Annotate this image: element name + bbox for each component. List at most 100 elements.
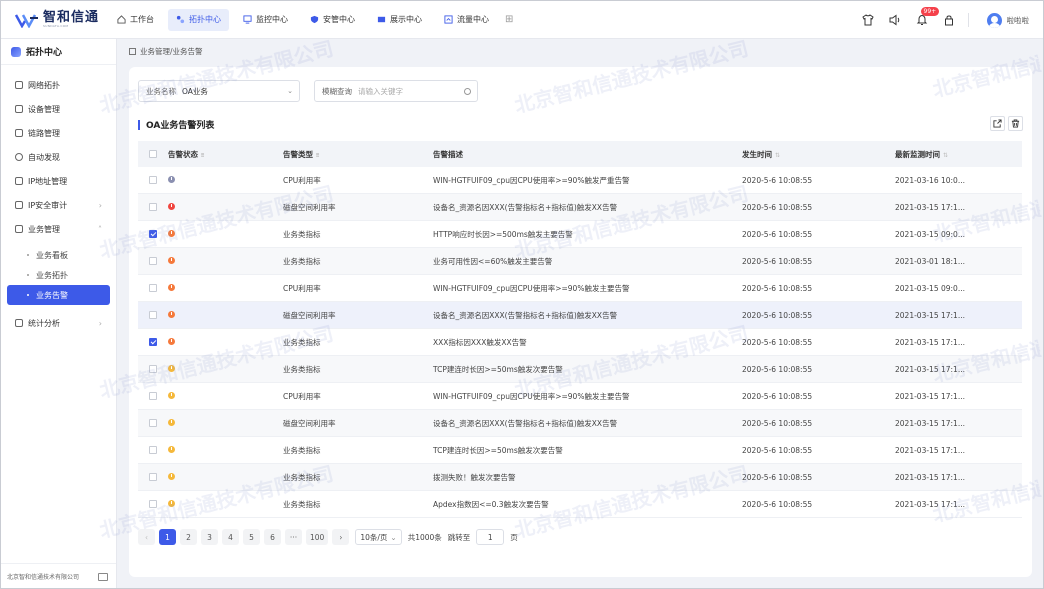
sidebar-item-network-topology[interactable]: 网络拓扑 xyxy=(1,73,116,97)
column-header-occur-time[interactable]: 发生时间 ⇅ xyxy=(742,149,895,160)
row-checkbox[interactable] xyxy=(149,284,157,292)
latest-time: 2021-03-15 17:1... xyxy=(895,418,965,428)
jump-page-input[interactable]: 1 xyxy=(476,529,505,545)
row-checkbox[interactable] xyxy=(149,311,157,319)
row-checkbox[interactable] xyxy=(149,203,157,211)
column-header-label: 告警描述 xyxy=(433,149,463,159)
sidebar-item-link-management[interactable]: 链路管理 xyxy=(1,121,116,145)
business-select[interactable]: 业务名称 OA业务 ⌄ xyxy=(138,80,300,102)
sidebar-item-label: IP地址管理 xyxy=(28,176,68,186)
table-row[interactable]: CPU利用率 WIN-HGTFUIF09_cpu因CPU使用率>=90%触发严重告… xyxy=(138,167,1022,194)
table-row[interactable]: 业务类指标 拨测失败！触发次要告警 2020-5-6 10:08:55 2021-03… xyxy=(138,464,1022,491)
table-row[interactable]: 业务类指标 TCP建连时长因>=50ms触发次要告警 2020-5-6 10:08:… xyxy=(138,356,1022,383)
page-ellipsis[interactable]: ··· xyxy=(285,529,302,545)
table-row[interactable]: 业务类指标 业务可用性因<=60%触发主要告警 2020-5-6 10:08:55 2… xyxy=(138,248,1022,275)
app-window: 智和信通 SUNDATA.COM 工作台 拓扑中心 监控中心 安管中心 展示中心… xyxy=(0,0,1044,589)
table-row[interactable]: 磁盘空间利用率 设备名_资源名因XXX(告警指标名+指标值)触发XX告警 2020-… xyxy=(138,194,1022,221)
lock-icon[interactable] xyxy=(942,13,956,27)
sort-icon[interactable]: ⇅ xyxy=(943,152,948,159)
alarm-severity-icon xyxy=(168,445,175,453)
column-header-type[interactable]: 告警类型 ⩩ xyxy=(283,149,433,160)
sidebar-item-statistics[interactable]: 统计分析 › xyxy=(1,311,116,335)
page-button[interactable]: 5 xyxy=(243,529,260,545)
next-page-button[interactable]: › xyxy=(332,529,350,545)
occur-time: 2020-5-6 10:08:55 xyxy=(742,364,813,374)
column-header-status[interactable]: 告警状态 ⩩ xyxy=(168,149,283,160)
row-checkbox[interactable] xyxy=(149,419,157,427)
row-checkbox[interactable] xyxy=(149,446,157,454)
home-icon xyxy=(117,15,126,24)
page-size-select[interactable]: 10条/页 ⌄ xyxy=(355,529,402,545)
delete-button[interactable] xyxy=(1008,116,1023,131)
filter-icon[interactable]: ⩩ xyxy=(201,152,204,159)
nav-label: 工作台 xyxy=(130,15,154,24)
sidebar-item-device-management[interactable]: 设备管理 xyxy=(1,97,116,121)
row-checkbox[interactable] xyxy=(149,176,157,184)
sidebar-subitem-business-board[interactable]: 业务看板 xyxy=(7,245,110,265)
row-checkbox[interactable] xyxy=(149,257,157,265)
search-input[interactable]: 模糊查询 请输入关键字 xyxy=(314,80,478,102)
more-apps-icon[interactable]: ⊞ xyxy=(505,14,513,25)
sidebar-footer: 北京智和信通技术有限公司 xyxy=(1,563,116,588)
page-button[interactable]: 4 xyxy=(222,529,239,545)
sidebar: 拓扑中心 网络拓扑 设备管理 链路管理 自动发现 IP地址管理 IP安全审计 › … xyxy=(1,39,117,588)
sidebar-item-auto-discovery[interactable]: 自动发现 xyxy=(1,145,116,169)
nav-security-center[interactable]: 安管中心 xyxy=(302,9,363,31)
table-row[interactable]: 业务类指标 HTTP响应时长因>=500ms触发主要告警 2020-5-6 10:0… xyxy=(138,221,1022,248)
sidebar-item-ip-security-audit[interactable]: IP安全审计 › xyxy=(1,193,116,217)
prev-page-button[interactable]: ‹ xyxy=(138,529,155,545)
page-button[interactable]: 2 xyxy=(180,529,197,545)
occur-time: 2020-5-6 10:08:55 xyxy=(742,310,813,320)
row-checkbox[interactable] xyxy=(149,392,157,400)
volume-icon[interactable] xyxy=(888,13,902,27)
page-button[interactable]: 6 xyxy=(264,529,281,545)
table-row[interactable]: CPU利用率 WIN-HGTFUIF09_cpu因CPU使用率>=90%触发主要告… xyxy=(138,275,1022,302)
collapse-sidebar-icon[interactable] xyxy=(98,572,108,581)
alarm-description: WIN-HGTFUIF09_cpu因CPU使用率>=90%触发主要告警 xyxy=(433,391,630,401)
search-icon[interactable] xyxy=(464,87,471,95)
user-menu[interactable]: 啦啦啦 xyxy=(986,12,1029,28)
alarm-description: XXX指标因XXX触发XX告警 xyxy=(433,337,527,347)
page-button[interactable]: 100 xyxy=(306,529,329,545)
column-header-label: 最新监测时间 xyxy=(895,149,940,159)
table-row[interactable]: CPU利用率 WIN-HGTFUIF09_cpu因CPU使用率>=90%触发主要告… xyxy=(138,383,1022,410)
nav-traffic-center[interactable]: 流量中心 xyxy=(436,9,497,31)
row-checkbox[interactable] xyxy=(149,473,157,481)
brand-logo[interactable]: 智和信通 SUNDATA.COM xyxy=(1,11,109,29)
sidebar-subitem-business-topology[interactable]: 业务拓扑 xyxy=(7,265,110,285)
sidebar-subitem-label: 业务拓扑 xyxy=(36,270,68,280)
sidebar-subitem-business-alarm[interactable]: 业务告警 xyxy=(7,285,110,305)
column-header-latest-time[interactable]: 最新监测时间 ⇅ xyxy=(895,149,1022,160)
table-row[interactable]: 磁盘空间利用率 设备名_资源名因XXX(告警指标名+指标值)触发XX告警 2020-… xyxy=(138,302,1022,329)
table-row[interactable]: 业务类指标 TCP建连时长因>=50ms触发次要告警 2020-5-6 10:08:… xyxy=(138,437,1022,464)
nav-monitor-center[interactable]: 监控中心 xyxy=(235,9,296,31)
occur-time: 2020-5-6 10:08:55 xyxy=(742,202,813,212)
sidebar-item-ip-management[interactable]: IP地址管理 xyxy=(1,169,116,193)
row-checkbox[interactable] xyxy=(149,500,157,508)
bell-icon[interactable]: 99+ xyxy=(915,7,940,27)
chevron-right-icon: › xyxy=(98,318,102,328)
alarm-severity-icon xyxy=(168,256,175,264)
sort-icon[interactable]: ⇅ xyxy=(775,152,780,159)
pagination: ‹ 1 2 3 4 5 6 ··· 100 › 10条/页 ⌄ 共1000条 跳… xyxy=(138,529,518,545)
table-row[interactable]: 业务类指标 Apdex指数因<=0.3触发次要告警 2020-5-6 10:08:5… xyxy=(138,491,1022,518)
shirt-icon[interactable] xyxy=(861,13,875,27)
alarm-type: 业务类指标 xyxy=(283,472,321,482)
sidebar-item-business-management[interactable]: 业务管理 ˄ xyxy=(1,217,116,241)
nav-topology-center[interactable]: 拓扑中心 xyxy=(168,8,229,31)
row-checkbox[interactable] xyxy=(149,365,157,373)
table-row[interactable]: 磁盘空间利用率 设备名_资源名因XXX(告警指标名+指标值)触发XX告警 2020-… xyxy=(138,410,1022,437)
nav-workbench[interactable]: 工作台 xyxy=(109,9,162,31)
nav-display-center[interactable]: 展示中心 xyxy=(369,9,430,31)
filter-icon[interactable]: ⩩ xyxy=(316,152,319,159)
export-button[interactable] xyxy=(990,116,1005,131)
row-checkbox[interactable] xyxy=(149,338,157,346)
page-button[interactable]: 1 xyxy=(159,529,176,545)
logo-mark-icon xyxy=(14,12,39,29)
latest-time: 2021-03-15 17:1... xyxy=(895,445,965,455)
select-all-checkbox[interactable] xyxy=(149,150,157,158)
alarm-type: CPU利用率 xyxy=(283,175,321,185)
row-checkbox[interactable] xyxy=(149,230,157,238)
page-button[interactable]: 3 xyxy=(201,529,218,545)
table-row[interactable]: 业务类指标 XXX指标因XXX触发XX告警 2020-5-6 10:08:55 202… xyxy=(138,329,1022,356)
